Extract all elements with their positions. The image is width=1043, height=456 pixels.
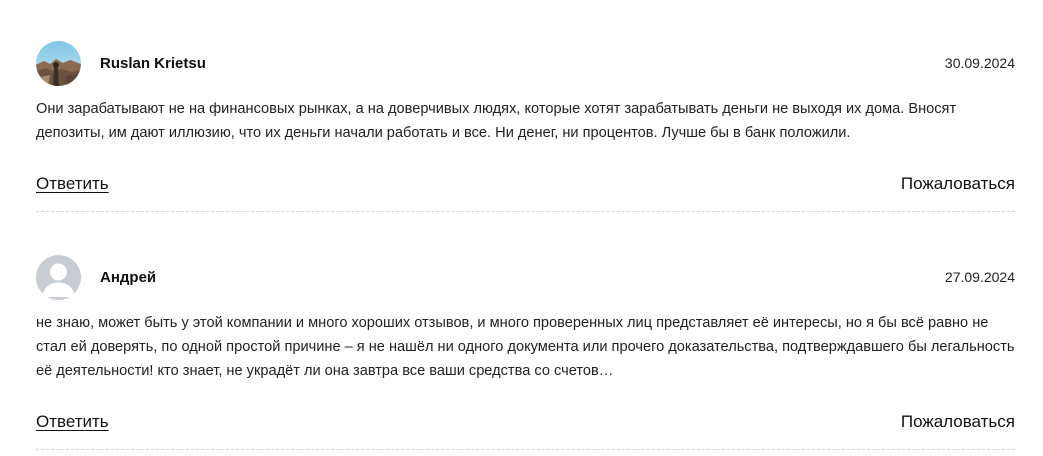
comment-divider [36,449,1015,450]
comment-item: Андрей 27.09.2024 не знаю, может быть у … [36,254,1015,450]
report-link[interactable]: Пожаловаться [901,412,1015,432]
comment-actions: Ответить Пожаловаться [36,412,1015,432]
user-photo-avatar-icon [36,40,81,86]
reply-link[interactable]: Ответить [36,174,109,194]
comment-text: не знаю, может быть у этой компании и мн… [36,315,1015,379]
reply-link[interactable]: Ответить [36,412,109,432]
comments-list: Ruslan Krietsu 30.09.2024 Они зарабатыва… [0,0,1043,456]
default-user-avatar-icon [36,254,81,300]
report-link[interactable]: Пожаловаться [901,174,1015,194]
comment-date: 30.09.2024 [944,55,1015,71]
comment-author: Андрей [100,268,157,286]
comment-date: 27.09.2024 [944,269,1015,285]
comment-actions: Ответить Пожаловаться [36,174,1015,194]
comment-header: Ruslan Krietsu 30.09.2024 [36,40,1015,86]
comment-item: Ruslan Krietsu 30.09.2024 Они зарабатыва… [36,40,1015,212]
comment-author: Ruslan Krietsu [100,54,206,72]
comment-text: Они зарабатывают не на финансовых рынках… [36,101,957,141]
comment-header: Андрей 27.09.2024 [36,254,1015,300]
comment-divider [36,211,1015,212]
